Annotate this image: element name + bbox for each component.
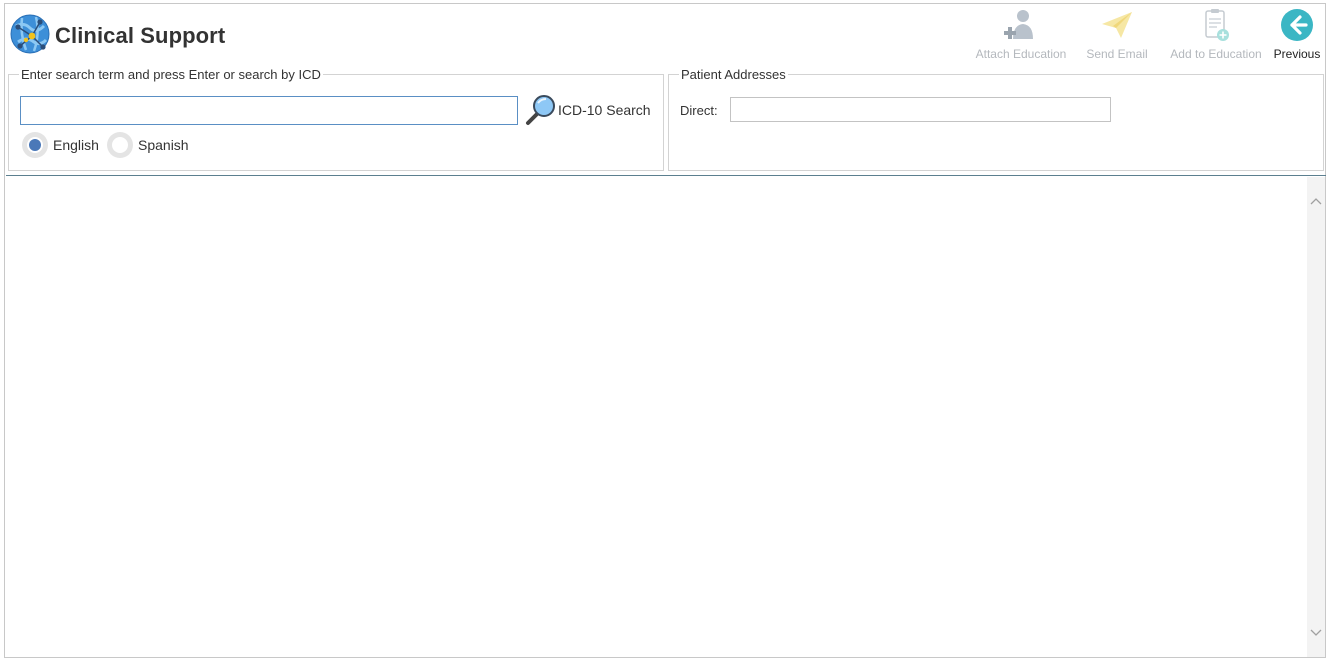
- english-label: English: [53, 137, 99, 153]
- attach-education-button[interactable]: Attach Education: [974, 7, 1068, 65]
- radio-selected-icon: [22, 132, 48, 158]
- send-email-button[interactable]: Send Email: [1085, 7, 1149, 65]
- search-group: Enter search term and press Enter or sea…: [8, 67, 664, 171]
- app-title: Clinical Support: [55, 23, 226, 48]
- clipboard-add-icon: [1205, 9, 1229, 41]
- add-to-education-button[interactable]: Add to Education: [1168, 7, 1264, 65]
- section-divider: [6, 175, 1326, 176]
- previous-label: Previous: [1273, 47, 1321, 61]
- chevron-up-icon: [1310, 198, 1322, 205]
- education-results-area[interactable]: [6, 177, 1307, 657]
- add-to-education-label: Add to Education: [1170, 47, 1262, 61]
- direct-label: Direct:: [680, 103, 718, 118]
- arrow-left-circle-icon: [1281, 9, 1313, 41]
- scroll-down-button[interactable]: [1307, 624, 1325, 642]
- direct-address-field[interactable]: [730, 97, 1111, 122]
- send-email-label: Send Email: [1086, 47, 1148, 61]
- icd-10-search-button[interactable]: ICD-10 Search: [524, 94, 651, 126]
- english-radio[interactable]: English: [22, 131, 99, 159]
- icd-10-search-label: ICD-10 Search: [558, 102, 651, 118]
- patient-addresses-legend: Patient Addresses: [679, 67, 788, 82]
- chevron-down-icon: [1310, 629, 1322, 636]
- spanish-label: Spanish: [138, 137, 189, 153]
- globe-network-icon: [10, 14, 50, 54]
- spanish-radio[interactable]: Spanish: [107, 131, 189, 159]
- previous-button[interactable]: Previous: [1271, 7, 1323, 65]
- scroll-up-button[interactable]: [1307, 192, 1325, 210]
- doctor-plus-icon: [1004, 10, 1033, 39]
- search-input[interactable]: [20, 96, 518, 125]
- paper-plane-icon: [1102, 12, 1132, 38]
- magnifier-icon: [526, 95, 555, 125]
- radio-unselected-icon: [107, 132, 133, 158]
- patient-addresses-group: Patient Addresses Direct:: [668, 67, 1324, 171]
- search-group-legend: Enter search term and press Enter or sea…: [19, 67, 323, 82]
- vertical-scrollbar[interactable]: [1307, 177, 1325, 657]
- attach-education-label: Attach Education: [975, 47, 1067, 61]
- clinical-support-window: Clinical Support Attach Education Send E…: [4, 3, 1326, 658]
